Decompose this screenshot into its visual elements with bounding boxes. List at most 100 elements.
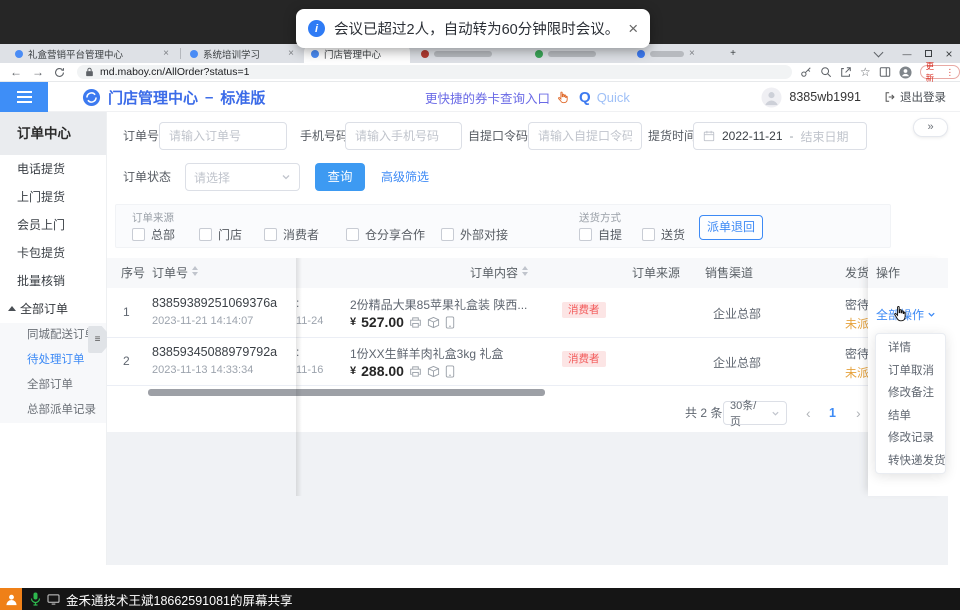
checkbox-icon[interactable]: [264, 228, 277, 241]
current-page[interactable]: 1: [829, 400, 836, 426]
window-menu-icon[interactable]: [868, 44, 888, 63]
sidebar-item-card-pickup[interactable]: 卡包提货: [0, 239, 106, 267]
table-row[interactable]: 1 83859389251069376a 2023-11-21 14:14:07…: [107, 288, 948, 338]
all-actions-dropdown-row1[interactable]: 全部操作: [876, 306, 936, 323]
phone-input[interactable]: [345, 122, 462, 150]
zoom-icon[interactable]: [820, 66, 832, 78]
browser-tab-2[interactable]: 系统培训学习 ×: [183, 44, 301, 63]
reload-icon[interactable]: [54, 67, 65, 78]
sidebar-item-batch-verify[interactable]: 批量核销: [0, 267, 106, 295]
page-size-select[interactable]: 30条/页: [723, 401, 787, 425]
price: 527.00: [361, 314, 404, 330]
sort-icon[interactable]: [192, 266, 198, 276]
url-omnibox[interactable]: md.maboy.cn/AllOrder?status=1: [77, 65, 792, 79]
key-icon[interactable]: [800, 66, 812, 78]
sidebar-item-hq-dispatch-records[interactable]: 总部派单记录: [0, 398, 106, 423]
sidebar-group-label: 全部订单: [20, 302, 68, 316]
sort-icon[interactable]: [522, 266, 528, 276]
menu-item-edit-remark[interactable]: 修改备注: [876, 382, 945, 405]
promo-link[interactable]: 更快捷的券卡查询入口: [425, 88, 550, 107]
ship-status-line1-clipped: 密待: [845, 296, 869, 313]
title-dash: –: [205, 89, 213, 106]
quick-label[interactable]: Quick: [597, 90, 630, 105]
checkbox-icon[interactable]: [346, 228, 359, 241]
bookmark-star-icon[interactable]: ☆: [860, 65, 871, 79]
phone-icon[interactable]: [445, 365, 455, 378]
tab-close-icon[interactable]: ×: [288, 48, 294, 59]
browser-tab-1[interactable]: 礼盒营销平台管理中心 ×: [8, 44, 176, 63]
checkbox-icon[interactable]: [441, 228, 454, 241]
scrollbar-thumb[interactable]: [148, 389, 545, 396]
forward-icon[interactable]: →: [32, 65, 44, 79]
order-no-input[interactable]: [159, 122, 287, 150]
source-badge-wrap: 消费者: [562, 351, 606, 366]
checkbox-self-pickup[interactable]: 自提: [579, 226, 622, 242]
app-header: 门店管理中心 – 标准版 更快捷的券卡查询入口 Q Quick 8385wb19…: [0, 82, 960, 112]
sidebar-section-title: 订单中心: [0, 112, 106, 155]
checkbox-icon[interactable]: [132, 228, 145, 241]
package-icon[interactable]: [427, 316, 440, 329]
tab-label: 礼盒营销平台管理中心: [28, 47, 158, 61]
checkbox-icon[interactable]: [579, 228, 592, 241]
share-icon[interactable]: [840, 66, 852, 78]
quick-search-icon[interactable]: Q: [579, 89, 591, 106]
printer-icon[interactable]: [409, 316, 422, 329]
chevron-down-icon: [281, 172, 291, 182]
browser-update-button[interactable]: 更新 ⋮: [920, 65, 960, 79]
app-edition: 标准版: [220, 87, 265, 108]
sidebar-item-all-orders[interactable]: 全部订单: [0, 373, 106, 398]
date-range-picker[interactable]: 2022-11-21 - 结束日期: [693, 122, 867, 150]
checkbox-hq[interactable]: 总部: [132, 226, 175, 242]
hamburger-menu-button[interactable]: [0, 82, 48, 112]
checkbox-consumer[interactable]: 消费者: [264, 226, 319, 242]
back-icon[interactable]: ←: [10, 65, 22, 79]
order-status-label: 订单状态: [123, 163, 171, 191]
kebab-menu-icon[interactable]: ⋮: [946, 67, 955, 78]
sidebar-item-phone-pickup[interactable]: 电话提货: [0, 155, 106, 183]
sidepanel-icon[interactable]: [879, 66, 891, 78]
chevron-down-icon: [927, 310, 936, 319]
logout-button[interactable]: 退出登录: [884, 89, 946, 105]
advanced-filter-link[interactable]: 高级筛选: [381, 163, 429, 191]
printer-icon[interactable]: [409, 365, 422, 378]
ship-status-line2-clipped: 未派: [845, 364, 869, 381]
checkbox-delivery[interactable]: 送货: [642, 226, 685, 242]
prev-page-button[interactable]: ‹: [806, 400, 811, 426]
next-page-button[interactable]: ›: [856, 400, 861, 426]
user-avatar[interactable]: [761, 87, 782, 108]
checkbox-store[interactable]: 门店: [199, 226, 242, 242]
checkbox-icon[interactable]: [642, 228, 655, 241]
menu-item-cancel-order[interactable]: 订单取消: [876, 360, 945, 383]
fixed-column-shadow: [296, 258, 302, 496]
collapse-filters-button[interactable]: »: [913, 118, 948, 137]
search-button[interactable]: 查询: [315, 163, 365, 191]
currency: ¥: [350, 316, 356, 328]
browser-addressbar: ← → md.maboy.cn/AllOrder?status=1 ☆ 更新: [0, 63, 960, 82]
pickup-code-input[interactable]: [528, 122, 642, 150]
order-status-select[interactable]: 请选择: [185, 163, 300, 191]
profile-avatar-icon[interactable]: [899, 66, 912, 79]
new-tab-button[interactable]: +: [723, 44, 743, 63]
menu-item-to-express[interactable]: 转快递发货: [876, 450, 945, 473]
dispatch-return-button[interactable]: 派单退回: [699, 215, 763, 240]
checkbox-icon[interactable]: [199, 228, 212, 241]
col-ship-status-clipped: 发货状态: [845, 258, 868, 288]
sidebar-collapse-handle[interactable]: ≡: [88, 326, 107, 353]
checkbox-external[interactable]: 外部对接: [441, 226, 508, 242]
menu-item-edit-history[interactable]: 修改记录: [876, 427, 945, 450]
banner-close-icon[interactable]: ×: [628, 20, 638, 37]
phone-icon[interactable]: [445, 316, 455, 329]
app-title-area: 门店管理中心 – 标准版: [82, 82, 265, 112]
table-horizontal-scrollbar: [115, 389, 863, 396]
menu-item-close-order[interactable]: 结单: [876, 405, 945, 428]
sidebar-group-all-orders[interactable]: 全部订单: [0, 295, 106, 323]
sidebar-item-member-visit[interactable]: 会员上门: [0, 211, 106, 239]
sidebar-item-door-pickup[interactable]: 上门提货: [0, 183, 106, 211]
menu-item-detail[interactable]: 详情: [876, 337, 945, 360]
checkbox-warehouse-share[interactable]: 仓分享合作: [346, 226, 425, 242]
package-icon[interactable]: [427, 365, 440, 378]
window-minimize-button[interactable]: —: [897, 44, 917, 63]
table-row[interactable]: 2 83859345088979792a 2023-11-13 14:33:34…: [107, 338, 948, 386]
tab-close-icon[interactable]: ×: [689, 48, 695, 59]
tab-close-icon[interactable]: ×: [163, 48, 169, 59]
